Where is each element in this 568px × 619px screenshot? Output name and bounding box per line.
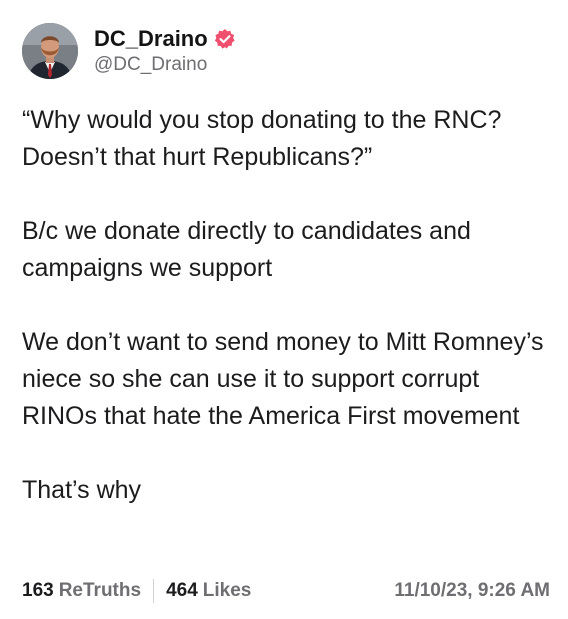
likes-label: Likes [202,580,252,601]
post-timestamp[interactable]: 11/10/23, 9:26 AM [394,580,550,602]
retruths-stat[interactable]: 163 ReTruths [22,580,141,602]
post-paragraph: B/c we donate directly to candidates and… [22,217,471,282]
stats-divider [153,579,155,603]
post-stats: 163 ReTruths 464 Likes 11/10/23, 9:26 AM [22,576,550,606]
display-name[interactable]: DC_Draino [94,26,208,52]
retruths-label: ReTruths [58,580,142,601]
likes-count: 464 [166,580,198,601]
author-names: DC_Draino @DC_Draino [94,26,236,77]
post-paragraph: “Why would you stop donating to the RNC?… [22,106,502,171]
post-paragraph: We don’t want to send money to Mitt Romn… [22,328,544,430]
likes-stat[interactable]: 464 Likes [166,580,251,602]
avatar[interactable] [22,23,78,79]
truth-post: DC_Draino @DC_Draino “Why would you stop… [0,0,568,619]
post-header: DC_Draino @DC_Draino [22,22,236,80]
name-row: DC_Draino [94,26,236,52]
author-handle[interactable]: @DC_Draino [94,53,236,77]
post-body: “Why would you stop donating to the RNC?… [22,102,550,509]
post-paragraph: That’s why [22,476,142,504]
user-avatar-icon [22,23,78,79]
verified-badge-icon [214,28,236,50]
retruths-count: 163 [22,580,54,601]
